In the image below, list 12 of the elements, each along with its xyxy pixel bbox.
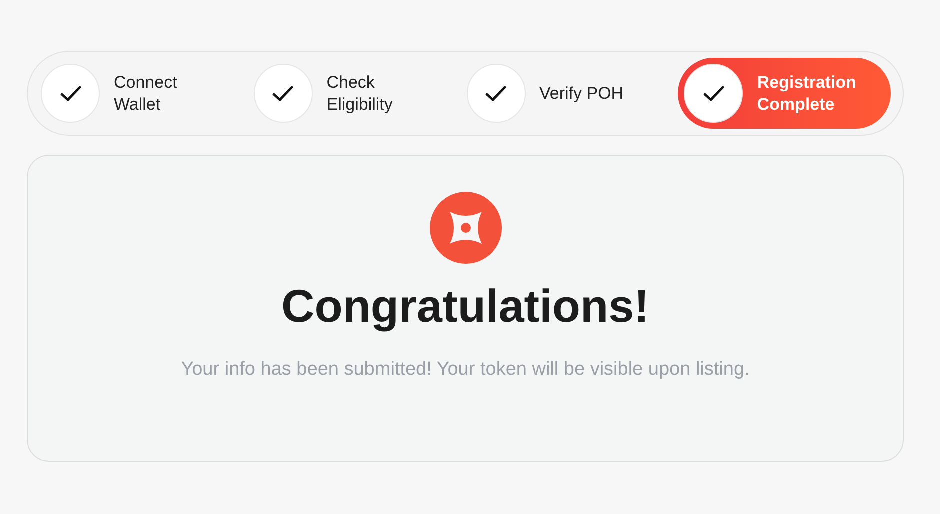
- step-label: Check Eligibility: [326, 72, 394, 116]
- step-item[interactable]: Check Eligibility: [252, 58, 466, 129]
- step-item[interactable]: Verify POH: [466, 58, 678, 129]
- check-icon: [41, 64, 100, 123]
- congratulations-heading: Congratulations!: [282, 279, 650, 334]
- success-message: Your info has been submitted! Your token will be visible upon listing.: [181, 358, 750, 382]
- step-label: Verify POH: [540, 82, 625, 104]
- check-icon: [684, 64, 744, 123]
- step-label: Connect Wallet: [114, 72, 178, 116]
- logo-icon: [430, 192, 502, 264]
- step-label: Registration Complete: [757, 72, 858, 116]
- step-item[interactable]: Connect Wallet: [40, 58, 253, 129]
